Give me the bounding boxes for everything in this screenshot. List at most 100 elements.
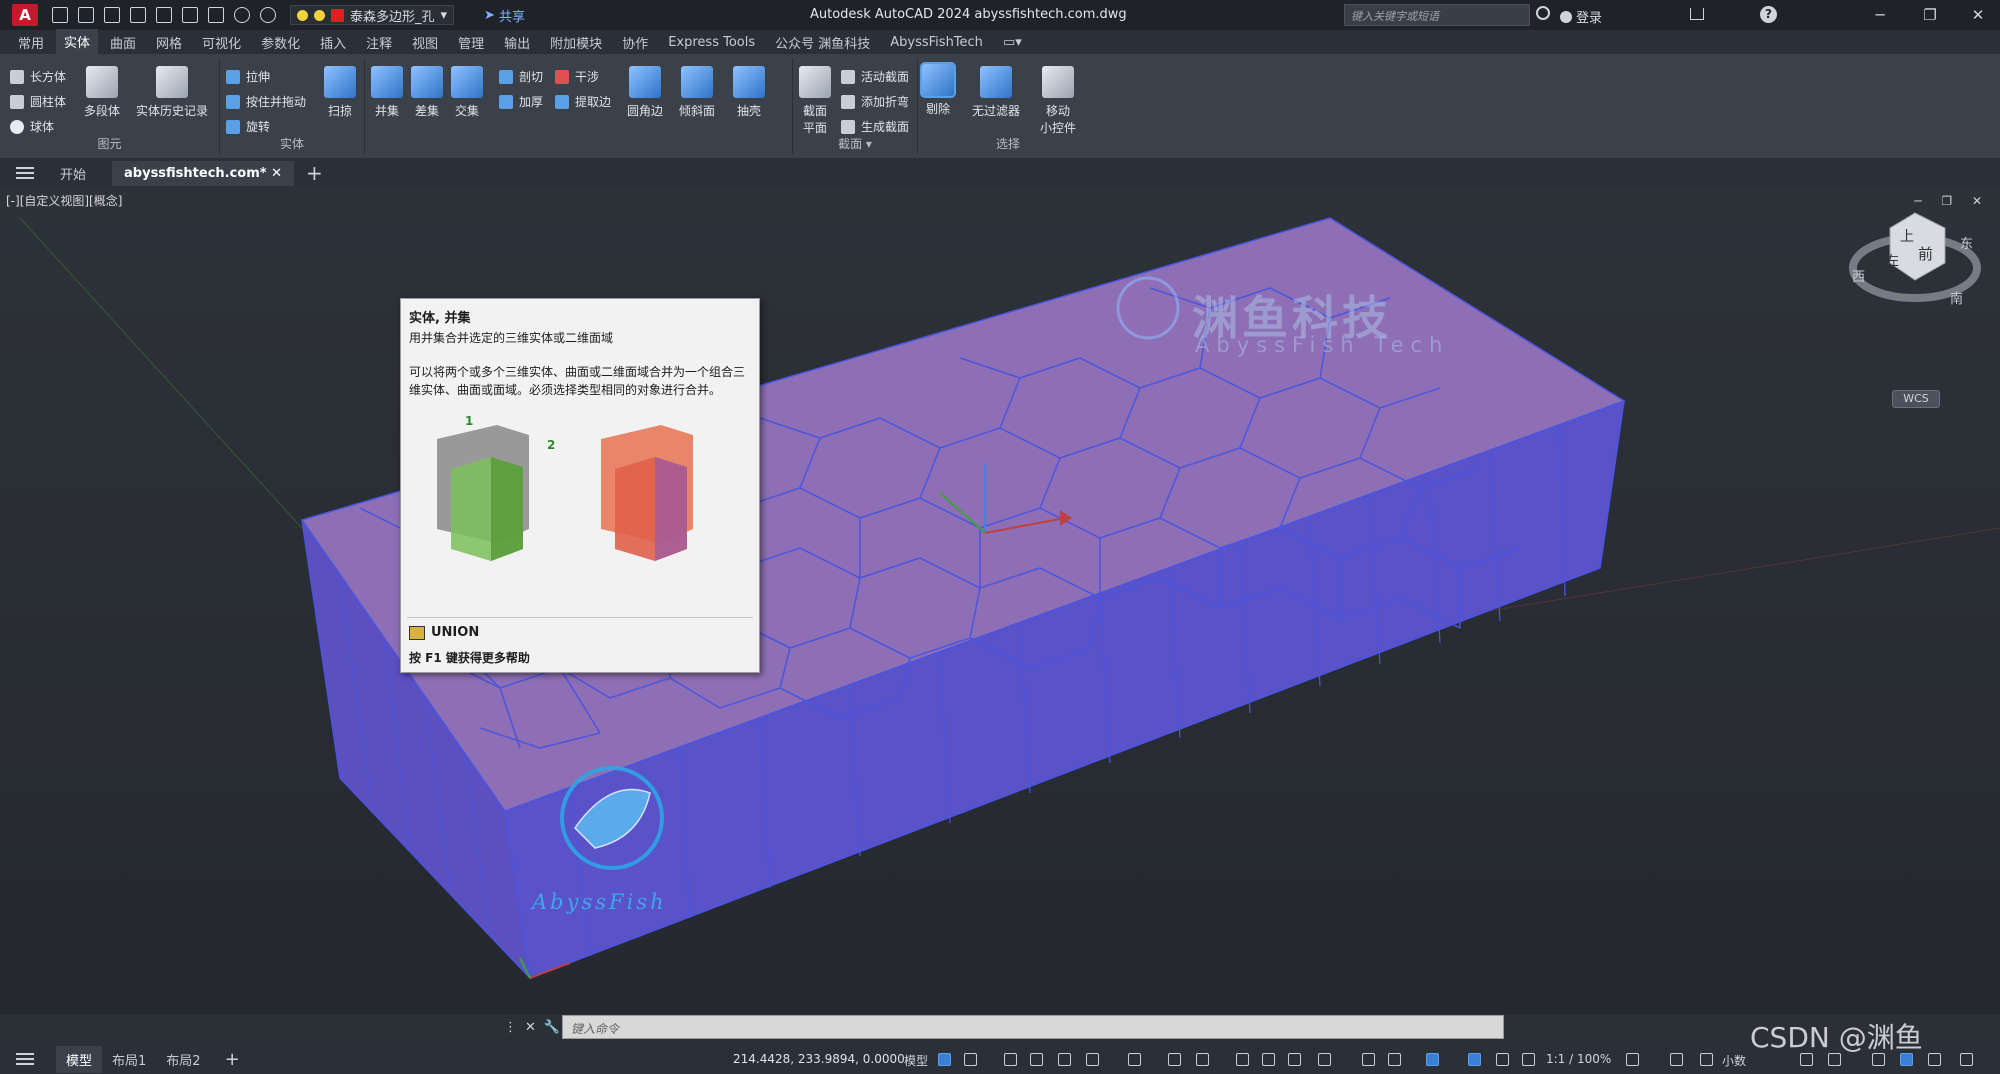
workspace-gear-icon[interactable] [1626,1053,1639,1066]
layout-tab-1[interactable]: 布局1 [102,1046,156,1073]
ribbon-overflow-icon[interactable]: ▭▾ [995,32,1030,53]
add-jog-button[interactable]: 添加折弯 [841,93,909,110]
shell-button[interactable]: 抽壳 [733,66,765,119]
polysolid-button[interactable]: 多段体 [84,66,120,119]
object-snap-tracking-icon[interactable] [1168,1053,1181,1066]
infer-constraints-icon[interactable] [1004,1053,1017,1066]
wrench-icon[interactable]: 🔧 [544,1020,560,1035]
isodraft-icon[interactable] [1128,1053,1141,1066]
drawing-viewport[interactable]: [-][自定义视图][概念] ─ ❐ ✕ 渊鱼科技 AbyssFish Tech… [0,188,2000,1014]
ribbon-tab-13[interactable]: Express Tools [660,32,763,53]
ribbon-tab-11[interactable]: 附加模块 [542,30,610,55]
subtract-button[interactable]: 差集 [411,66,443,119]
plot-icon[interactable] [208,7,224,23]
ribbon-tab-3[interactable]: 网格 [148,30,190,55]
ortho-icon[interactable] [1058,1053,1071,1066]
cylinder-button[interactable]: 圆柱体 [10,93,66,110]
model-space-button[interactable]: 模型 [904,1052,928,1069]
layout-tab-2[interactable]: 布局2 [156,1046,210,1073]
revolve-button[interactable]: 旋转 [226,118,270,135]
auto-scale-icon[interactable] [1496,1053,1509,1066]
new-file-icon[interactable] [52,7,68,23]
compass-east-label[interactable]: 东 [1960,233,1973,252]
live-section-button[interactable]: 活动截面 [841,68,909,85]
dynamic-input-icon[interactable] [1030,1053,1043,1066]
open-web-icon[interactable] [156,7,172,23]
help-icon[interactable]: ? [1760,6,1777,23]
viewcube-left-label[interactable]: 左 [1886,250,1899,269]
units-value[interactable]: 小数 [1722,1052,1746,1069]
ribbon-tab-14[interactable]: 公众号 渊鱼科技 [767,30,878,55]
ribbon-tab-8[interactable]: 视图 [404,30,446,55]
viewcube-top-label[interactable]: 上 [1900,226,1914,246]
grid-icon[interactable] [938,1053,951,1066]
fillet-edge-button[interactable]: 圆角边 [627,66,663,119]
restore-icon[interactable]: ❐ [1920,5,1940,25]
selection-cycling-icon[interactable] [1288,1053,1301,1066]
ribbon-tab-1[interactable]: 实体 [56,28,99,56]
intersect-button[interactable]: 交集 [451,66,483,119]
ribbon-tab-9[interactable]: 管理 [450,30,492,55]
close-icon[interactable]: ✕ [1968,5,1988,25]
close-icon[interactable]: ✕ [525,1020,536,1035]
ribbon-tab-12[interactable]: 协作 [614,30,656,55]
taper-face-button[interactable]: 倾斜面 [679,66,715,119]
ribbon-tab-0[interactable]: 常用 [10,30,52,55]
section-plane-button[interactable]: 截面 平面 [799,66,831,136]
panel-section-label[interactable]: 截面 ▾ [793,135,917,152]
new-tab-icon[interactable]: + [306,161,323,185]
clean-screen-icon[interactable] [1928,1053,1941,1066]
slice-button[interactable]: 剖切 [499,68,543,85]
login-button[interactable]: 登录 [1560,7,1602,26]
ribbon-tab-7[interactable]: 注释 [358,30,400,55]
share-button[interactable]: ➤ 共享 [484,6,525,25]
close-tab-icon[interactable]: ✕ [271,166,282,181]
solid-history-button[interactable]: 实体历史记录 [136,66,208,119]
thicken-button[interactable]: 加厚 [499,93,543,110]
selection-filter-icon[interactable] [1388,1053,1401,1066]
save-web-icon[interactable] [182,7,198,23]
search-input[interactable]: 键入关键字或短语 [1344,4,1530,26]
tab-active-document[interactable]: abyssfishtech.com* ✕ [112,160,295,186]
customization-icon[interactable] [1960,1053,1973,1066]
generate-section-button[interactable]: 生成截面 [841,118,909,135]
extrude-button[interactable]: 拉伸 [226,68,270,85]
snap-icon[interactable] [964,1053,977,1066]
annotation-monitor-icon[interactable] [1670,1053,1683,1066]
save-icon[interactable] [104,7,120,23]
menu-icon[interactable] [16,1053,34,1065]
menu-icon[interactable] [16,167,34,179]
ribbon-tab-10[interactable]: 输出 [496,30,538,55]
wcs-menu[interactable]: WCS [1892,390,1940,408]
presspull-button[interactable]: 按住并拖动 [226,93,306,110]
layout-tab-0[interactable]: 模型 [56,1045,103,1073]
ribbon-tab-2[interactable]: 曲面 [102,30,144,55]
ribbon-tab-5[interactable]: 参数化 [253,30,308,55]
interfere-button[interactable]: 干涉 [555,68,599,85]
save-as-icon[interactable] [130,7,146,23]
search-icon[interactable] [1536,6,1550,20]
compass-west-label[interactable]: 西 [1852,266,1865,285]
new-layout-icon[interactable]: + [225,1049,240,1070]
polar-icon[interactable] [1086,1053,1099,1066]
coordinate-readout[interactable]: 214.4428, 233.9894, 0.0000 [733,1052,905,1066]
gizmo-icon[interactable] [1426,1053,1439,1066]
extract-edges-button[interactable]: 提取边 [555,93,611,110]
grip-icon[interactable]: ⋮ [504,1020,517,1035]
command-input[interactable]: 键入命令 [562,1015,1504,1039]
redo-icon[interactable] [260,7,276,23]
annotation-scale-value[interactable]: 1:1 / 100% [1546,1052,1611,1066]
compass-south-label[interactable]: 南 [1950,288,1963,307]
no-filter-button[interactable]: 无过滤器 [972,66,1020,119]
minimize-icon[interactable]: ─ [1870,5,1890,25]
annotation-scale-icon[interactable] [1522,1053,1535,1066]
units-icon[interactable] [1700,1053,1713,1066]
box-button[interactable]: 长方体 [10,68,66,85]
undo-icon[interactable] [234,7,250,23]
viewport-controls[interactable]: ─ ❐ ✕ [1914,194,1990,208]
culling-button[interactable]: 剔除 [920,62,956,117]
app-menu-button[interactable]: A [12,4,38,26]
lineweight-icon[interactable] [1236,1053,1249,1066]
sphere-button[interactable]: 球体 [10,118,54,135]
tab-start[interactable]: 开始 [48,159,98,188]
